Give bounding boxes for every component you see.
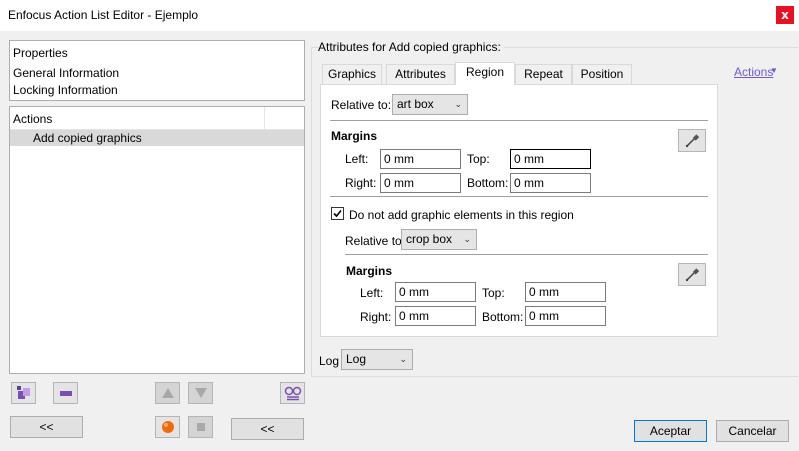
- eyedropper-icon: [685, 133, 700, 147]
- minus-icon: [59, 391, 72, 396]
- checkmark-icon: [333, 209, 342, 218]
- move-down-button[interactable]: [188, 382, 213, 404]
- properties-item-locking[interactable]: Locking Information: [13, 83, 118, 97]
- collapse-mid-button[interactable]: <<: [231, 418, 304, 440]
- actions-panel: Actions Add copied graphics: [9, 106, 305, 374]
- exclude-right-margin-input[interactable]: 0 mm: [395, 306, 476, 326]
- right-label: Right:: [345, 176, 377, 190]
- remove-action-button[interactable]: [53, 382, 78, 404]
- chevron-down-icon: ⌄: [463, 234, 471, 244]
- actions-menu-link[interactable]: Actions: [734, 65, 773, 79]
- exclude-right-label: Right:: [360, 310, 392, 324]
- properties-header: Properties: [13, 46, 68, 60]
- separator: [330, 196, 708, 197]
- properties-panel: Properties General Information Locking I…: [9, 40, 305, 101]
- exclude-margin-picker-button[interactable]: [678, 263, 706, 286]
- log-value: Log: [346, 352, 367, 366]
- exclude-bottom-margin-input[interactable]: 0 mm: [525, 306, 606, 326]
- attributes-group-label: Attributes for Add copied graphics:: [318, 40, 504, 54]
- arrow-down-icon: [194, 388, 207, 398]
- run-button[interactable]: [155, 416, 180, 438]
- log-label: Log: [319, 354, 340, 368]
- separator: [330, 120, 708, 121]
- cancel-button[interactable]: Cancelar: [716, 420, 789, 442]
- add-action-button[interactable]: [11, 382, 36, 404]
- properties-item-general[interactable]: General Information: [13, 66, 119, 80]
- margins-title: Margins: [331, 129, 378, 143]
- exclude-region-checkbox[interactable]: [331, 207, 344, 220]
- left-label: Left:: [345, 152, 369, 166]
- chevron-down-icon: ⌄: [454, 99, 462, 109]
- bottom-margin-input[interactable]: 0 mm: [510, 173, 591, 193]
- relative-to-select[interactable]: art box ⌄: [392, 94, 468, 115]
- stop-button[interactable]: [188, 416, 213, 438]
- column-divider: [264, 107, 265, 129]
- top-label: Top:: [467, 152, 490, 166]
- glasses-icon: [284, 386, 301, 401]
- exclude-relative-to-value: crop box: [406, 232, 453, 246]
- margin-picker-button[interactable]: [678, 129, 706, 152]
- ok-button[interactable]: Aceptar: [634, 420, 707, 442]
- left-margin-input[interactable]: 0 mm: [380, 149, 461, 169]
- stop-icon: [196, 423, 205, 431]
- exclude-region-label[interactable]: Do not add graphic elements in this regi…: [349, 208, 574, 222]
- exclude-top-label: Top:: [482, 286, 505, 300]
- action-item-label[interactable]: Add copied graphics: [33, 131, 142, 145]
- tab-position[interactable]: Position: [572, 64, 632, 84]
- log-select[interactable]: Log ⌄: [341, 349, 413, 370]
- tab-region[interactable]: Region: [455, 62, 515, 85]
- exclude-margins-title: Margins: [346, 264, 393, 278]
- eyedropper-icon: [685, 267, 700, 281]
- tab-repeat[interactable]: Repeat: [515, 64, 572, 84]
- top-margin-input[interactable]: 0 mm: [510, 149, 591, 169]
- bottom-label: Bottom:: [467, 176, 509, 190]
- exclude-bottom-label: Bottom:: [482, 310, 524, 324]
- preview-button[interactable]: [280, 382, 305, 404]
- chevron-down-icon: ⌄: [399, 354, 407, 364]
- exclude-relative-to-label: Relative to:: [345, 234, 406, 248]
- exclude-top-margin-input[interactable]: 0 mm: [525, 282, 606, 302]
- close-button[interactable]: x: [776, 6, 794, 24]
- orange-ball-icon: [161, 421, 174, 433]
- move-up-button[interactable]: [155, 382, 180, 404]
- right-margin-input[interactable]: 0 mm: [380, 173, 461, 193]
- actions-header: Actions: [13, 112, 53, 126]
- arrow-up-icon: [161, 388, 174, 398]
- tab-attributes[interactable]: Attributes: [386, 64, 455, 84]
- add-action-icon: [16, 386, 30, 399]
- chevron-down-icon[interactable]: ▼: [770, 66, 778, 75]
- exclude-left-label: Left:: [360, 286, 384, 300]
- relative-to-label: Relative to:: [331, 98, 392, 112]
- window-title: Enfocus Action List Editor - Ejemplo: [8, 8, 199, 22]
- exclude-left-margin-input[interactable]: 0 mm: [395, 282, 476, 302]
- collapse-left-button[interactable]: <<: [10, 416, 83, 438]
- relative-to-value: art box: [397, 97, 434, 111]
- separator: [345, 254, 708, 255]
- exclude-relative-to-select[interactable]: crop box ⌄: [401, 229, 477, 250]
- tab-graphics[interactable]: Graphics: [322, 64, 382, 84]
